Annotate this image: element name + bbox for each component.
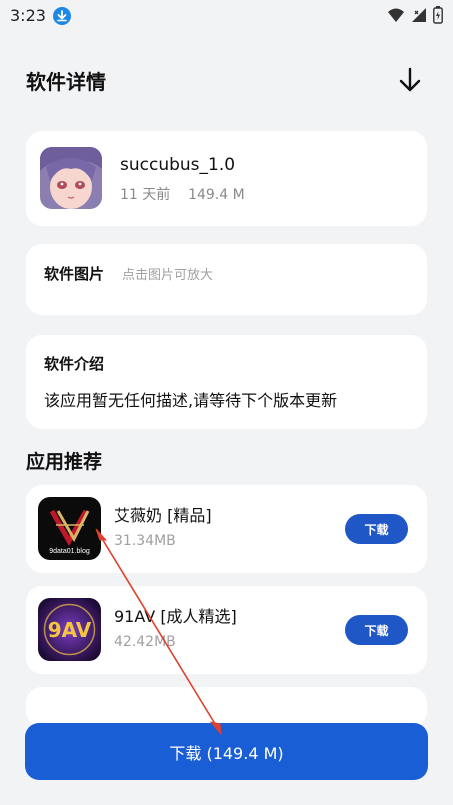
- arrow-down-icon[interactable]: [397, 66, 423, 94]
- recommend-app-size: 42.42MB: [114, 634, 176, 650]
- status-time: 3:23: [10, 6, 46, 25]
- svg-text:9data01.blog: 9data01.blog: [49, 548, 90, 555]
- wifi-icon: [388, 8, 404, 22]
- recommend-download-button[interactable]: 下载: [345, 615, 408, 645]
- battery-icon: [433, 6, 443, 24]
- intro-text: 该应用暂无任何描述,请等待下个版本更新: [44, 391, 338, 410]
- system-icons: [387, 6, 443, 24]
- app-icon: [40, 147, 102, 209]
- svg-text:9AV: 9AV: [48, 618, 92, 642]
- recommend-item[interactable]: 9data01.blog 艾薇奶 [精品] 31.34MB 下载: [26, 485, 427, 573]
- recommend-app-icon: 9AV: [38, 598, 101, 661]
- images-label: 软件图片: [44, 265, 105, 283]
- recommend-app-size: 31.34MB: [114, 533, 176, 549]
- app-name: succubus_1.0: [120, 155, 236, 175]
- download-notification-icon: [53, 7, 71, 25]
- app-meta: 11 天前 149.4 M: [120, 187, 245, 203]
- recommend-item-partial: [26, 687, 427, 727]
- status-bar: 3:23: [0, 0, 453, 30]
- app-info-card: succubus_1.0 11 天前 149.4 M: [26, 131, 427, 226]
- recommend-download-button[interactable]: 下载: [345, 514, 408, 544]
- app-intro-card: 软件介绍 该应用暂无任何描述,请等待下个版本更新: [26, 335, 427, 429]
- recommend-title: 应用推荐: [26, 451, 103, 473]
- app-images-card[interactable]: 软件图片 点击图片可放大: [26, 244, 427, 315]
- signal-icon: [412, 8, 426, 22]
- recommend-item[interactable]: 9AV 91AV [成人精选] 42.42MB 下载: [26, 586, 427, 674]
- main-download-button[interactable]: 下载 (149.4 M): [25, 723, 428, 780]
- recommend-app-name: 艾薇奶 [精品]: [114, 506, 212, 525]
- images-hint: 点击图片可放大: [122, 268, 214, 283]
- page-title: 软件详情: [26, 70, 106, 94]
- page-header: 软件详情: [0, 60, 453, 100]
- intro-label: 软件介绍: [44, 355, 105, 373]
- recommend-app-name: 91AV [成人精选]: [114, 607, 237, 626]
- recommend-app-icon: 9data01.blog: [38, 497, 101, 560]
